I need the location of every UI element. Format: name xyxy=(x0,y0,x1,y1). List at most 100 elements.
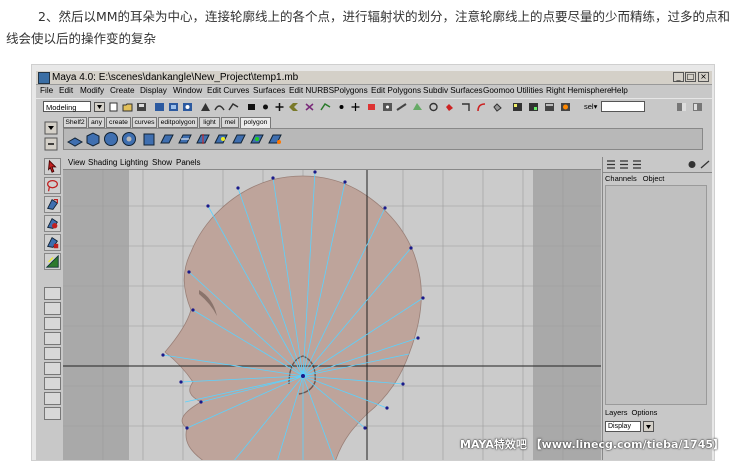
pick-cameras-icon[interactable] xyxy=(350,102,361,112)
panel-menu-view[interactable]: View xyxy=(68,157,85,169)
menu-surfaces[interactable]: Surfaces xyxy=(253,85,285,97)
snap-point-icon[interactable] xyxy=(492,102,503,112)
panel-menu-shading[interactable]: Shading xyxy=(88,157,117,169)
close-button[interactable]: × xyxy=(698,72,709,82)
layout-ortho-icon[interactable] xyxy=(44,407,61,420)
shelf-tab-mel[interactable]: mel xyxy=(221,117,239,128)
mode-menu[interactable]: Modeling xyxy=(43,101,91,112)
layer-editor-mode-icon[interactable] xyxy=(619,160,629,169)
dropdown-arrow-icon[interactable] xyxy=(643,421,654,432)
display-dropdown[interactable]: Display xyxy=(605,421,641,432)
show-channel-box-icon[interactable] xyxy=(676,102,687,112)
menu-display[interactable]: Display xyxy=(140,85,167,97)
split-polygon-icon[interactable] xyxy=(177,131,193,147)
shelf-tab-any[interactable]: any xyxy=(88,117,105,128)
open-scene-icon[interactable] xyxy=(122,102,133,112)
layout-single-icon[interactable] xyxy=(44,287,61,300)
pick-mask-icon[interactable] xyxy=(200,102,211,112)
menu-edit-nurbs[interactable]: Edit NURBS xyxy=(289,85,334,97)
ipr-render-icon[interactable] xyxy=(528,102,539,112)
pick-face-icon[interactable] xyxy=(412,102,423,112)
shelf-tab-curves[interactable]: curves xyxy=(132,117,157,128)
menu-file[interactable]: File xyxy=(40,85,53,97)
poly-cylinder-icon[interactable] xyxy=(141,131,157,147)
poly-cube-icon[interactable] xyxy=(85,131,101,147)
show-attribute-editor-icon[interactable] xyxy=(692,102,703,112)
menu-polygons[interactable]: Polygons xyxy=(334,85,368,97)
shelf-tab-polygon[interactable]: polygon xyxy=(240,117,271,128)
selection-field-label[interactable]: sel▾ xyxy=(584,101,597,112)
tab-options[interactable]: Options xyxy=(632,408,658,417)
maximize-button[interactable]: □ xyxy=(685,72,696,82)
pick-dynamics-icon[interactable] xyxy=(260,102,271,112)
pick-surfaces-icon[interactable] xyxy=(228,102,239,112)
poly-torus-icon[interactable] xyxy=(121,131,137,147)
select-arrow-icon[interactable] xyxy=(44,158,61,175)
menu-goomoo-utilities[interactable]: Goomoo Utilities xyxy=(483,85,543,97)
pick-deformations-icon[interactable] xyxy=(246,102,257,112)
shelf-options-icon[interactable] xyxy=(44,137,58,151)
layout-front-icon[interactable] xyxy=(44,332,61,345)
shelf-tab-shelf2[interactable]: Shelf2 xyxy=(63,117,87,128)
panel-menu-lighting[interactable]: Lighting xyxy=(120,157,148,169)
smooth-icon[interactable] xyxy=(249,131,265,147)
bevel-icon[interactable] xyxy=(231,131,247,147)
layout-graph-icon[interactable] xyxy=(44,362,61,375)
layout-persp-icon[interactable] xyxy=(44,392,61,405)
pick-misc-icon[interactable] xyxy=(288,102,299,112)
render-globals-icon[interactable] xyxy=(544,102,555,112)
pin-icon[interactable] xyxy=(700,160,710,169)
snap-curve-icon[interactable] xyxy=(476,102,487,112)
select-by-object-icon[interactable] xyxy=(168,102,179,112)
cut-faces-icon[interactable] xyxy=(195,131,211,147)
pick-textures-icon[interactable] xyxy=(366,102,377,112)
snap-grid-icon[interactable] xyxy=(460,102,471,112)
pick-curves-icon[interactable] xyxy=(214,102,225,112)
panel-menu-show[interactable]: Show xyxy=(152,157,172,169)
selection-field-input[interactable] xyxy=(601,101,645,112)
pick-handles-icon[interactable] xyxy=(304,102,315,112)
move-tool-icon[interactable] xyxy=(44,196,61,213)
menu-help[interactable]: Help xyxy=(611,85,628,97)
side-viewport[interactable] xyxy=(63,170,601,461)
lasso-icon[interactable] xyxy=(44,177,61,194)
minimize-button[interactable]: _ xyxy=(673,72,684,82)
pick-lights-icon[interactable] xyxy=(336,102,347,112)
shelf-tab-create[interactable]: create xyxy=(106,117,131,128)
pick-edge-icon[interactable] xyxy=(396,102,407,112)
layout-side-icon[interactable] xyxy=(44,317,61,330)
shelf-tab-light[interactable]: light xyxy=(199,117,220,128)
menu-edit-curves[interactable]: Edit Curves xyxy=(207,85,249,97)
manipulator-icon[interactable] xyxy=(44,253,61,270)
menu-create[interactable]: Create xyxy=(110,85,135,97)
pick-rendering-icon[interactable] xyxy=(274,102,285,112)
shelf-menu-icon[interactable] xyxy=(44,121,58,135)
layout-outliner-icon[interactable] xyxy=(44,347,61,360)
menu-right-hemisphere[interactable]: Right Hemisphere xyxy=(546,85,612,97)
dropdown-arrow-icon[interactable] xyxy=(94,102,105,112)
scale-tool-icon[interactable] xyxy=(44,234,61,251)
menu-edit-polygons[interactable]: Edit Polygons xyxy=(371,85,421,97)
render-icon[interactable] xyxy=(512,102,523,112)
select-by-component-icon[interactable] xyxy=(182,102,193,112)
menu-modify[interactable]: Modify xyxy=(80,85,104,97)
layout-four-icon[interactable] xyxy=(44,302,61,315)
menu-edit[interactable]: Edit xyxy=(59,85,73,97)
channel-layer-mode-icon[interactable] xyxy=(632,160,642,169)
pick-uv-icon[interactable] xyxy=(428,102,439,112)
append-polygon-icon[interactable] xyxy=(267,131,283,147)
pick-joints-icon[interactable] xyxy=(320,102,331,112)
shelf-tab-editpolygon[interactable]: editpolygon xyxy=(158,117,198,128)
rotate-tool-icon[interactable] xyxy=(44,215,61,232)
poly-plane-icon[interactable] xyxy=(67,131,83,147)
select-by-hierarchy-icon[interactable] xyxy=(154,102,165,112)
menu-window[interactable]: Window xyxy=(173,85,202,97)
save-scene-icon[interactable] xyxy=(136,102,147,112)
channel-box-mode-icon[interactable] xyxy=(606,160,616,169)
hypershade-icon[interactable] xyxy=(560,102,571,112)
tab-object[interactable]: Object xyxy=(643,174,665,183)
merge-vertices-icon[interactable] xyxy=(213,131,229,147)
menu-subdiv-surfaces[interactable]: Subdiv Surfaces xyxy=(423,85,483,97)
help-line-icon[interactable] xyxy=(687,160,697,169)
tab-channels[interactable]: Channels xyxy=(605,174,637,183)
